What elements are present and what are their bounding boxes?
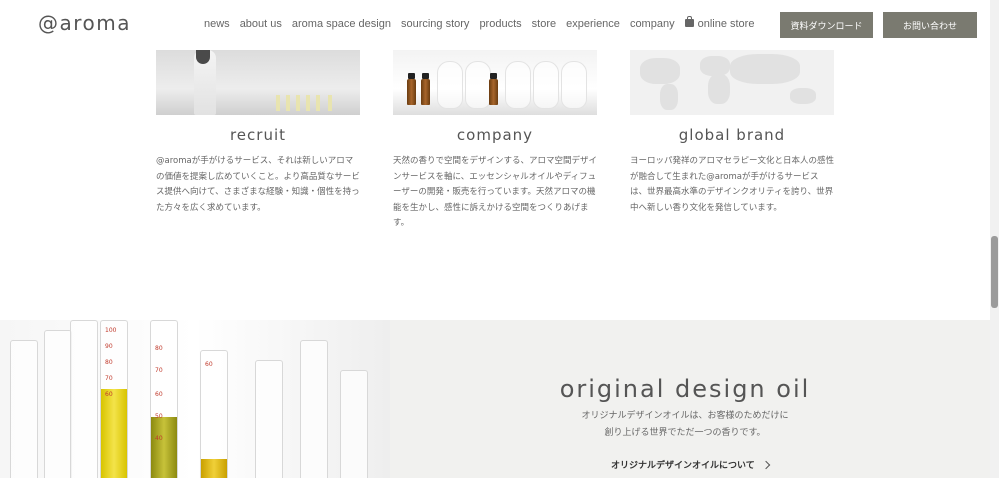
card-company[interactable]: company 天然の香りで空間をデザインする、アロマ空間デザインサービスを軸に… — [393, 50, 597, 228]
oil-more-link-label: オリジナルデザインオイルについて — [611, 461, 755, 471]
site-logo[interactable]: @aroma — [38, 11, 131, 35]
test-tubes-image: 100 90 80 70 60 80 70 60 50 40 60 — [0, 320, 390, 478]
oil-section-title: original design oil — [559, 375, 811, 403]
tube-tick: 60 — [205, 361, 213, 368]
recruit-image — [156, 50, 360, 115]
tube-tick: 60 — [105, 391, 113, 398]
nav-online-store[interactable]: online store — [684, 16, 755, 30]
nav-sourcing-story[interactable]: sourcing story — [401, 18, 469, 30]
tube-tick: 60 — [155, 391, 163, 398]
tube-tick: 70 — [105, 375, 113, 382]
tube-tick: 80 — [105, 359, 113, 366]
card-text: @aromaが手がけるサービス、それは新しいアロマの価値を提案し広めていくこと。… — [156, 156, 360, 213]
nav-products[interactable]: products — [479, 18, 521, 30]
tube-tick: 50 — [155, 413, 163, 420]
nav-about-us[interactable]: about us — [240, 18, 282, 30]
company-image — [393, 50, 597, 115]
main-nav: news about us aroma space design sourcin… — [204, 16, 755, 30]
card-text: ヨーロッパ発祥のアロマセラピー文化と日本人の感性が融合して生まれた@aromaが… — [630, 156, 835, 213]
contact-button[interactable]: お問い合わせ — [883, 12, 977, 38]
card-text: 天然の香りで空間をデザインする、アロマ空間デザインサービスを軸に、エッセンシャル… — [393, 156, 598, 228]
nav-experience[interactable]: experience — [566, 18, 620, 30]
tube-tick: 100 — [105, 327, 117, 334]
oil-section-description: オリジナルデザインオイルは、お客様のためだけに 創り上げる世界でただ一つの香りで… — [540, 408, 830, 442]
card-title: recruit — [229, 126, 287, 144]
shopping-bag-icon — [684, 16, 694, 27]
site-header: @aroma news about us aroma space design … — [0, 0, 990, 50]
nav-news[interactable]: news — [204, 18, 230, 30]
card-global-brand[interactable]: global brand ヨーロッパ発祥のアロマセラピー文化と日本人の感性が融合… — [630, 50, 834, 213]
nav-online-store-label: online store — [697, 18, 755, 30]
tube-tick: 80 — [155, 345, 163, 352]
tube-tick: 40 — [155, 435, 163, 442]
oil-desc-line-1: オリジナルデザインオイルは、お客様のためだけに — [581, 411, 789, 421]
scrollbar-thumb[interactable] — [991, 236, 998, 308]
nav-aroma-space-design[interactable]: aroma space design — [292, 18, 391, 30]
oil-more-link[interactable]: オリジナルデザインオイルについて — [611, 458, 770, 471]
original-design-oil-section: 100 90 80 70 60 80 70 60 50 40 60 — [0, 320, 990, 478]
chevron-right-icon — [761, 460, 770, 469]
download-materials-button[interactable]: 資料ダウンロード — [780, 12, 873, 38]
oil-desc-line-2: 創り上げる世界でただ一つの香りです。 — [604, 428, 766, 438]
nav-company[interactable]: company — [630, 18, 675, 30]
card-recruit[interactable]: recruit @aromaが手がけるサービス、それは新しいアロマの価値を提案し… — [156, 50, 360, 213]
world-map-image — [630, 50, 834, 115]
nav-store[interactable]: store — [532, 18, 556, 30]
card-title: company — [456, 126, 534, 144]
tube-tick: 70 — [155, 367, 163, 374]
tube-tick: 90 — [105, 343, 113, 350]
page-scrollbar[interactable] — [990, 0, 999, 478]
card-title: global brand — [678, 126, 786, 144]
